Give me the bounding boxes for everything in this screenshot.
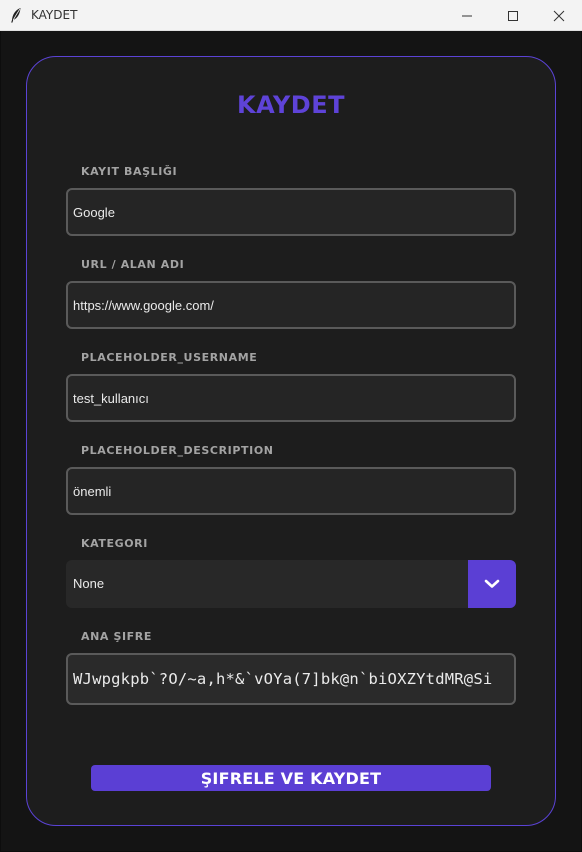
url-label: URL / ALAN ADI [81,258,185,271]
title-bar[interactable]: KAYDET [0,0,582,31]
encrypt-save-button[interactable]: ŞIFRELE VE KAYDET [91,765,491,791]
category-value: None [73,576,105,591]
maximize-button[interactable] [490,0,536,31]
password-input[interactable]: WJwpgkpb`?O/~a,h*&`vOYa(7]bk@n`biOXZYtdM… [66,653,516,705]
password-label: ANA ŞIFRE [81,630,152,643]
maximize-icon [508,10,518,21]
description-label: PLACEHOLDER_DESCRIPTION [81,444,274,457]
category-label: KATEGORI [81,537,148,550]
category-select[interactable]: None [66,560,516,608]
description-input[interactable]: önemli [66,467,516,515]
minimize-icon [462,15,472,16]
username-label: PLACEHOLDER_USERNAME [81,351,258,364]
close-button[interactable] [536,0,582,31]
window-title: KAYDET [31,8,78,22]
title-input[interactable]: Google [66,188,516,236]
username-input[interactable]: test_kullanıcı [66,374,516,422]
close-icon [553,10,565,21]
page-title: KAYDET [237,91,345,119]
category-dropdown-button[interactable] [468,560,516,608]
url-input[interactable]: https://www.google.com/ [66,281,516,329]
minimize-button[interactable] [444,0,490,31]
chevron-down-icon [484,579,500,588]
title-label: KAYIT BAŞLIĞI [81,165,178,178]
feather-icon [9,7,23,23]
